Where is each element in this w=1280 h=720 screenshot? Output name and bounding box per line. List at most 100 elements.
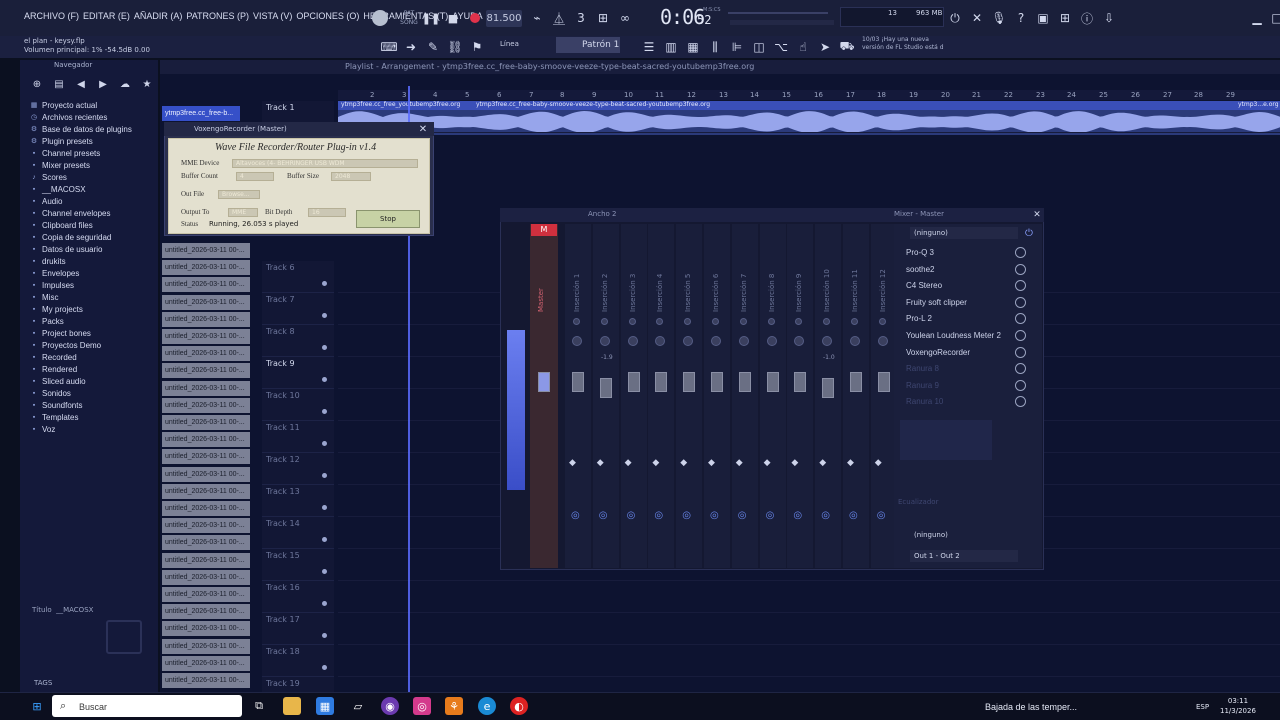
recorder-close-icon[interactable]: ✕	[414, 120, 432, 138]
channel-fader[interactable]	[738, 372, 751, 392]
arrow-icon[interactable]: ➜	[402, 38, 420, 56]
fx-slot[interactable]: VoxengoRecorder	[900, 346, 1020, 360]
browser-item[interactable]: ▪ Channel envelopes	[30, 207, 132, 219]
route-arrow-icon[interactable]: ◆	[569, 458, 576, 468]
send-knob-icon[interactable]: ◎	[877, 510, 886, 521]
windows-start-icon[interactable]: ⊞	[28, 697, 46, 715]
volume-knob[interactable]	[599, 336, 610, 346]
route-arrow-icon[interactable]: ◆	[736, 458, 743, 468]
track-lane[interactable]	[338, 645, 1280, 677]
browser-item[interactable]: ▪ Project bones	[30, 327, 132, 339]
keyboard-icon[interactable]: ⌨	[380, 38, 398, 56]
browser-item[interactable]: ◷ Archivos recientes	[30, 111, 132, 123]
track-active-dot[interactable]	[322, 345, 327, 350]
send-knob-icon[interactable]: ◎	[682, 510, 691, 521]
menu-item-4[interactable]: VISTA (V)	[253, 11, 296, 21]
fx-enable-toggle[interactable]	[1015, 247, 1026, 258]
fx-enable-toggle[interactable]	[1015, 263, 1026, 275]
channel-fader[interactable]	[683, 372, 696, 392]
menu-item-0[interactable]: ARCHIVO (F)	[24, 11, 83, 21]
channel-fader[interactable]	[766, 372, 779, 392]
loop-record-icon[interactable]: ∞	[616, 9, 634, 27]
download-icon[interactable]: ⇩	[1100, 9, 1118, 27]
clip-name-item[interactable]: untitled_2026-03-11 00-...	[162, 638, 250, 654]
send-knob-icon[interactable]: ◎	[627, 510, 636, 521]
snap-selector[interactable]: Línea	[500, 40, 544, 52]
clip-name-item[interactable]: untitled_2026-03-11 00-...	[162, 569, 250, 585]
save-icon[interactable]: ▣	[1034, 9, 1052, 27]
route-arrow-icon[interactable]: ◆	[625, 458, 632, 468]
send-knob-icon[interactable]: ◎	[766, 510, 775, 521]
mixer-titlebar[interactable]	[500, 208, 1044, 222]
cart-icon[interactable]: ⛟	[838, 38, 856, 56]
mixer-icon[interactable]: ⊞	[1056, 9, 1074, 27]
route-arrow-icon[interactable]: ◆	[652, 458, 659, 468]
browser-item[interactable]: ▪ __MACOSX	[30, 183, 132, 195]
piano-roll-icon[interactable]: ▥	[662, 38, 680, 56]
browser-item[interactable]: ▪ Copia de seguridad	[30, 231, 132, 243]
channel-fader[interactable]	[655, 372, 668, 392]
channel-fader[interactable]	[711, 372, 723, 392]
route-arrow-icon[interactable]: ◆	[875, 458, 882, 468]
track-lane[interactable]	[338, 581, 1280, 613]
fx-enable-toggle[interactable]	[1015, 346, 1026, 358]
volume-knob[interactable]	[738, 336, 749, 346]
send-icon[interactable]: ➤	[816, 38, 834, 56]
pan-knob[interactable]	[600, 318, 608, 325]
clip-name-item[interactable]: untitled_2026-03-11 00-...	[162, 294, 250, 310]
notes-icon[interactable]: ▱	[349, 697, 367, 715]
clip-name-item[interactable]: untitled_2026-03-11 00-...	[162, 673, 250, 688]
channel-fader[interactable]	[877, 372, 890, 392]
browser-item[interactable]: ♪ Scores	[30, 171, 132, 183]
step-edit-icon[interactable]: ⊞	[594, 9, 612, 27]
pan-knob[interactable]	[878, 318, 886, 325]
track-active-dot[interactable]	[322, 281, 327, 286]
pan-knob[interactable]	[573, 318, 580, 325]
touch-icon[interactable]: ☝	[794, 38, 812, 56]
menu-item-2[interactable]: AÑADIR (A)	[134, 11, 187, 21]
browser-item[interactable]: ▪ Misc	[30, 291, 132, 303]
playlist-ruler[interactable]: 2 3 4 5 6 7 8 9 10 11 12 13 14 15 16 17 18 19 20 21 22 23 24 25…	[338, 90, 1280, 100]
tempo-display[interactable]: 81.500	[486, 10, 522, 27]
language-indicator[interactable]: ESP	[1196, 703, 1209, 711]
mixer-view-icon[interactable]: ⫼	[706, 38, 724, 56]
route-arrow-icon[interactable]: ◆	[791, 458, 798, 468]
pan-knob[interactable]	[767, 318, 775, 325]
weather-widget[interactable]: Bajada de las temper...	[985, 702, 1077, 712]
fl-studio-icon[interactable]: ⚘	[445, 697, 463, 715]
browser-item[interactable]: ▪ drukits	[30, 255, 132, 267]
track-active-dot[interactable]	[322, 313, 327, 318]
route-arrow-icon[interactable]: ◆	[708, 458, 715, 468]
browser-cloud-icon[interactable]: ☁	[118, 78, 132, 92]
tags-label[interactable]: TAGS	[34, 679, 52, 687]
send-knob-icon[interactable]: ◎	[654, 510, 663, 521]
volume-knob[interactable]	[627, 336, 638, 346]
browser-item[interactable]: ▪ Clipboard files	[30, 219, 132, 231]
browser-file-icon[interactable]: ▤	[52, 78, 66, 92]
link-icon[interactable]: ⛓	[446, 38, 464, 56]
browser-item[interactable]: ▪ Envelopes	[30, 267, 132, 279]
master-pitch-slider[interactable]	[730, 20, 834, 25]
browser-item[interactable]: ▪ Recorded	[30, 351, 132, 363]
track-active-dot[interactable]	[322, 665, 327, 670]
route-arrow-icon[interactable]: ◆	[847, 458, 854, 468]
power-icon[interactable]: ⏻	[946, 9, 964, 27]
clip-name-item[interactable]: untitled_2026-03-11 00-...	[162, 466, 250, 482]
pan-knob[interactable]	[712, 318, 719, 325]
instagram-icon[interactable]: ◎	[413, 697, 431, 715]
track-lane[interactable]	[338, 613, 1280, 645]
channel-fader[interactable]	[822, 378, 835, 398]
master-fader[interactable]	[538, 372, 550, 392]
clip-name-item[interactable]: untitled_2026-03-11 00-...	[162, 604, 250, 620]
countdown-icon[interactable]: 3	[572, 9, 590, 27]
track-active-dot[interactable]	[322, 633, 327, 638]
track-lane[interactable]	[338, 101, 1280, 133]
track-active-dot[interactable]	[322, 569, 327, 574]
menu-item-3[interactable]: PATRONES (P)	[186, 11, 253, 21]
browser-item[interactable]: ▪ Proyectos Demo	[30, 339, 132, 351]
clip-name-item[interactable]: untitled_2026-03-11 00-...	[162, 483, 250, 499]
clip-name-item[interactable]: untitled_2026-03-11 00-...	[162, 587, 250, 602]
volume-knob[interactable]	[766, 336, 777, 346]
system-clock[interactable]: 03:11 11/3/2026	[1220, 696, 1256, 716]
playlist-icon[interactable]: ☰	[640, 38, 658, 56]
